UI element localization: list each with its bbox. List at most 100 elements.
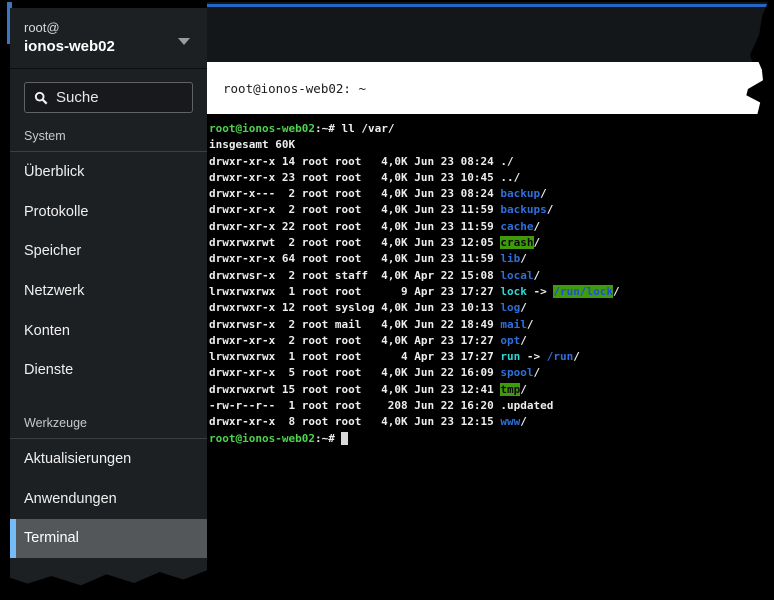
host-user-label: root@ <box>24 19 193 36</box>
sidebar-item-speicher[interactable]: Speicher <box>10 231 207 271</box>
terminal-text-segment: cache <box>500 220 533 233</box>
terminal-text-segment: lock <box>500 285 527 298</box>
terminal-line: drwxr-xr-x 14 root root 4,0K Jun 23 08:2… <box>209 154 774 170</box>
terminal-text-segment: / <box>534 220 541 233</box>
terminal-text-segment: tmp <box>500 383 520 396</box>
terminal-text-segment: / <box>520 415 527 428</box>
terminal-line: insgesamt 60K <box>209 137 774 153</box>
terminal-text-segment: / <box>540 187 547 200</box>
terminal-text-segment: drwxrwsr-x 2 root mail 4,0K Jun 22 18:49 <box>209 318 500 331</box>
terminal-line: drwxrwsr-x 2 root mail 4,0K Jun 22 18:49… <box>209 317 774 333</box>
sidebar-item-aktualisierungen[interactable]: Aktualisierungen <box>10 439 207 479</box>
terminal-text-segment: drwxr-xr-x 22 root root 4,0K Jun 23 11:5… <box>209 220 500 233</box>
masthead <box>207 2 768 62</box>
nav-list: AktualisierungenAnwendungenTerminal <box>10 439 207 558</box>
terminal-text-segment: www <box>500 415 520 428</box>
sidebar-item-netzwerk[interactable]: Netzwerk <box>10 271 207 311</box>
masthead-accent-line <box>207 4 768 7</box>
terminal-text-segment: run <box>500 350 520 363</box>
terminal-text-segment: / <box>534 236 541 249</box>
search-input[interactable] <box>56 89 183 106</box>
terminal-line: drwxr-xr-x 5 root root 4,0K Jun 22 16:09… <box>209 365 774 381</box>
terminal-text-segment: backups <box>500 203 546 216</box>
terminal-text-segment: lrwxrwxrwx 1 root root 9 Apr 23 17:27 <box>209 285 500 298</box>
nav-section: WerkzeugeAktualisierungenAnwendungenTerm… <box>10 390 207 558</box>
terminal-text-segment: /run <box>547 350 574 363</box>
terminal-line: drwxr-xr-x 64 root root 4,0K Jun 23 11:5… <box>209 251 774 267</box>
terminal-text-segment: mail <box>500 318 527 331</box>
terminal-text-segment: backup <box>500 187 540 200</box>
terminal-text-segment: opt <box>500 334 520 347</box>
terminal-text-segment: -> <box>520 350 547 363</box>
terminal-text-segment: drwxr-xr-x 14 root root 4,0K Jun 23 08:2… <box>209 155 514 168</box>
sidebar-nav: SystemÜberblickProtokolleSpeicherNetzwer… <box>10 113 207 558</box>
nav-section: SystemÜberblickProtokolleSpeicherNetzwer… <box>10 113 207 390</box>
sidebar-item-dienste[interactable]: Dienste <box>10 350 207 390</box>
terminal-text-segment: :~# <box>315 432 342 445</box>
chevron-down-icon <box>178 38 190 45</box>
terminal-line: drwxrwxr-x 12 root syslog 4,0K Jun 23 10… <box>209 300 774 316</box>
terminal-output: root@ionos-web02:~# ll /var/insgesamt 60… <box>209 121 774 447</box>
terminal-text-segment: lrwxrwxrwx 1 root root 4 Apr 23 17:27 <box>209 350 500 363</box>
terminal-text-segment: drwxrwxrwt 2 root root 4,0K Jun 23 12:05 <box>209 236 500 249</box>
terminal[interactable]: root@ionos-web02:~# ll /var/insgesamt 60… <box>207 114 774 600</box>
terminal-text-segment: / <box>534 366 541 379</box>
terminal-line: root@ionos-web02:~# <box>209 431 774 447</box>
terminal-text-segment: root@ionos-web02 <box>209 432 315 445</box>
terminal-text-segment: / <box>527 318 534 331</box>
sidebar-item-terminal[interactable]: Terminal <box>10 519 207 559</box>
terminal-text-segment: drwxr-xr-x 5 root root 4,0K Jun 22 16:09 <box>209 366 500 379</box>
nav-section-title: Werkzeuge <box>10 390 207 439</box>
terminal-cursor <box>341 432 348 445</box>
sidebar: root@ ionos-web02 SystemÜberblickProtoko… <box>10 8 207 590</box>
terminal-text-segment: local <box>500 269 533 282</box>
nav-section-title: System <box>10 113 207 152</box>
terminal-text-segment: / <box>520 252 527 265</box>
terminal-text-segment: drwxr-xr-x 8 root root 4,0K Jun 23 12:15 <box>209 415 500 428</box>
terminal-text-segment: drwxrwsr-x 2 root staff 4,0K Apr 22 15:0… <box>209 269 500 282</box>
terminal-text-segment: insgesamt 60K <box>209 138 295 151</box>
terminal-text-segment: drwxr-xr-x 23 root root 4,0K Jun 23 10:4… <box>209 171 520 184</box>
terminal-line: drwxr-x--- 2 root root 4,0K Jun 23 08:24… <box>209 186 774 202</box>
terminal-line: drwxr-xr-x 23 root root 4,0K Jun 23 10:4… <box>209 170 774 186</box>
terminal-line: drwxr-xr-x 2 root root 4,0K Apr 23 17:27… <box>209 333 774 349</box>
host-switcher[interactable]: root@ ionos-web02 <box>10 8 207 69</box>
terminal-text-segment: / <box>520 301 527 314</box>
terminal-text-segment: lib <box>500 252 520 265</box>
terminal-line: drwxrwxrwt 15 root root 4,0K Jun 23 12:4… <box>209 382 774 398</box>
sidebar-item-protokolle[interactable]: Protokolle <box>10 192 207 232</box>
terminal-text-segment: root@ionos-web02 <box>209 122 315 135</box>
terminal-text-segment: / <box>547 203 554 216</box>
sidebar-item-konten[interactable]: Konten <box>10 311 207 351</box>
terminal-text-segment: drwxrwxr-x 12 root syslog 4,0K Jun 23 10… <box>209 301 500 314</box>
terminal-line: drwxr-xr-x 8 root root 4,0K Jun 23 12:15… <box>209 414 774 430</box>
sidebar-item-anwendungen[interactable]: Anwendungen <box>10 479 207 519</box>
terminal-text-segment: crash <box>500 236 533 249</box>
terminal-text-segment: drwxr-xr-x 2 root root 4,0K Jun 23 11:59 <box>209 203 500 216</box>
terminal-text-segment: -> <box>527 285 554 298</box>
sidebar-search <box>24 82 193 113</box>
session-title: root@ionos-web02: ~ <box>207 81 366 96</box>
terminal-text-segment: / <box>520 334 527 347</box>
search-icon <box>34 91 48 105</box>
terminal-line: drwxr-xr-x 22 root root 4,0K Jun 23 11:5… <box>209 219 774 235</box>
terminal-line: drwxr-xr-x 2 root root 4,0K Jun 23 11:59… <box>209 202 774 218</box>
nav-list: ÜberblickProtokolleSpeicherNetzwerkKonte… <box>10 152 207 390</box>
terminal-line: drwxrwxrwt 2 root root 4,0K Jun 23 12:05… <box>209 235 774 251</box>
terminal-text-segment: :~# ll /var/ <box>315 122 394 135</box>
terminal-line: root@ionos-web02:~# ll /var/ <box>209 121 774 137</box>
terminal-text-segment: drwxr-xr-x 2 root root 4,0K Apr 23 17:27 <box>209 334 500 347</box>
terminal-text-segment: / <box>520 383 527 396</box>
terminal-text-segment: drwxr-x--- 2 root root 4,0K Jun 23 08:24 <box>209 187 500 200</box>
terminal-text-segment: spool <box>500 366 533 379</box>
terminal-line: lrwxrwxrwx 1 root root 4 Apr 23 17:27 ru… <box>209 349 774 365</box>
terminal-text-segment: drwxrwxrwt 15 root root 4,0K Jun 23 12:4… <box>209 383 500 396</box>
terminal-text-segment: drwxr-xr-x 64 root root 4,0K Jun 23 11:5… <box>209 252 500 265</box>
terminal-line: lrwxrwxrwx 1 root root 9 Apr 23 17:27 lo… <box>209 284 774 300</box>
host-name-label: ionos-web02 <box>24 37 193 56</box>
terminal-text-segment: /run/lock <box>553 285 613 298</box>
terminal-page-header: root@ionos-web02: ~ <box>207 62 763 114</box>
terminal-text-segment: / <box>613 285 620 298</box>
sidebar-item-ueberblick[interactable]: Überblick <box>10 152 207 192</box>
terminal-line: -rw-r--r-- 1 root root 208 Jun 22 16:20 … <box>209 398 774 414</box>
